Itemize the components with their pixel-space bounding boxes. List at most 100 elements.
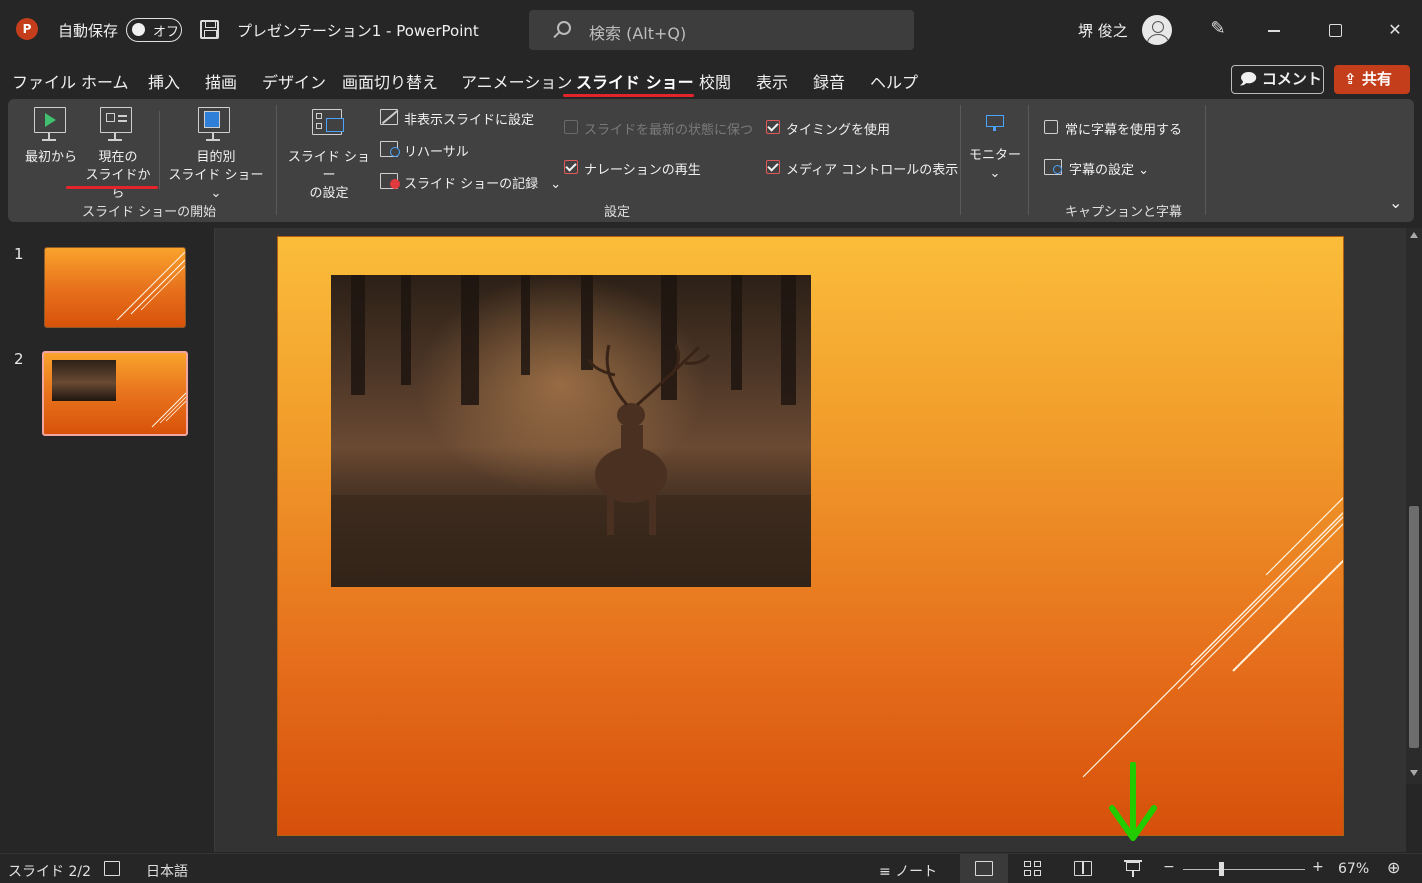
tab-file[interactable]: ファイル <box>12 69 76 93</box>
search-box[interactable]: 検索 (Alt+Q) <box>529 10 914 50</box>
slide-thumbnail-1[interactable] <box>44 247 186 328</box>
custom-label-1: 目的別 <box>196 150 236 165</box>
share-button[interactable]: ⇪ 共有 <box>1334 65 1410 94</box>
language-indicator[interactable]: 日本語 <box>146 861 188 881</box>
monitor-button[interactable]: モニター ⌄ <box>966 147 1024 183</box>
subtitle-settings-button[interactable]: 字幕の設定 ⌄ <box>1069 159 1149 178</box>
current-slide[interactable] <box>277 236 1344 836</box>
accessibility-book-icon[interactable] <box>104 861 120 876</box>
tab-insert[interactable]: 挿入 <box>148 69 180 93</box>
share-label: 共有 <box>1361 70 1392 88</box>
divider <box>1205 105 1206 215</box>
annotation-arrow-icon <box>1109 762 1157 841</box>
chevron-down-icon: ⌄ <box>210 186 222 201</box>
record-label: スライド ショーの記録 <box>404 177 539 192</box>
scroll-up-icon[interactable] <box>1410 232 1418 238</box>
toggle-knob <box>132 23 145 36</box>
close-button[interactable]: ✕ <box>1380 15 1410 45</box>
rehearse-button[interactable]: リハーサル <box>404 141 469 160</box>
scroll-thumb[interactable] <box>1409 506 1419 748</box>
status-bar <box>0 853 1422 883</box>
slide-counter: スライド 2/2 <box>8 864 91 880</box>
media-controls-checkbox[interactable] <box>766 160 780 174</box>
tab-view[interactable]: 表示 <box>756 69 788 93</box>
use-timings-label: タイミングを使用 <box>786 123 891 138</box>
tab-slideshow[interactable]: スライド ショー <box>576 69 694 93</box>
autosave-label: 自動保存 <box>58 22 119 40</box>
custom-slideshow-button[interactable]: 目的別 スライド ショー ⌄ <box>164 149 268 203</box>
maximize-button[interactable] <box>1320 15 1350 45</box>
zoom-out-button[interactable]: − <box>1163 859 1175 875</box>
slide-thumbnail-2[interactable] <box>42 351 188 436</box>
ribbon-panel: 最初から 現在の スライドから 目的別 スライド ショー ⌄ スライド ショーの… <box>8 99 1414 222</box>
group-label-setup: 設定 <box>604 205 631 220</box>
save-icon[interactable] <box>200 20 219 39</box>
thumbnail-number: 2 <box>14 350 24 368</box>
record-slideshow-button[interactable]: スライド ショーの記録 ⌄ <box>404 173 561 192</box>
group-label-start: スライド ショーの開始 <box>82 205 217 220</box>
zoom-in-button[interactable]: + <box>1312 859 1324 875</box>
group-label-captions: キャプションと字幕 <box>1065 205 1183 220</box>
from-beginning-label: 最初から <box>24 150 77 165</box>
document-title: プレゼンテーション1 - PowerPoint <box>237 22 479 40</box>
thumbnail-decoration <box>116 251 185 321</box>
from-current-slide-button[interactable]: 現在の スライドから <box>82 149 154 203</box>
notes-label: ノート <box>895 864 938 880</box>
thumbnail-number: 1 <box>14 245 24 263</box>
use-timings-checkbox[interactable] <box>766 120 780 134</box>
divider <box>1028 105 1029 215</box>
tab-design[interactable]: デザイン <box>262 69 326 93</box>
avatar[interactable] <box>1142 15 1172 45</box>
hide-slide-icon <box>380 109 399 125</box>
setup-slideshow-button[interactable]: スライド ショー の設定 <box>284 149 374 203</box>
normal-view-icon[interactable] <box>975 861 993 876</box>
comment-button[interactable]: 🗩 コメント <box>1231 65 1324 94</box>
record-icon <box>380 173 400 189</box>
pen-icon[interactable]: ✎ <box>1207 18 1229 40</box>
play-narrations-checkbox[interactable] <box>564 160 578 174</box>
hide-slide-button[interactable]: 非表示スライドに設定 <box>404 109 534 128</box>
notes-button[interactable]: ≡ ノート <box>879 861 937 881</box>
chevron-down-icon: ⌄ <box>550 177 562 192</box>
keep-fresh-checkbox[interactable] <box>564 120 578 134</box>
search-placeholder: 検索 (Alt+Q) <box>589 24 687 43</box>
monitor-label: モニター <box>968 148 1021 163</box>
from-beginning-icon <box>34 107 66 141</box>
scroll-down-icon[interactable] <box>1410 770 1418 776</box>
powerpoint-logo-icon: P <box>16 18 38 40</box>
tab-review[interactable]: 校閲 <box>699 69 731 93</box>
active-tab-annotation <box>563 94 694 97</box>
divider <box>276 105 277 215</box>
tab-animations[interactable]: アニメーション <box>461 69 572 93</box>
autosave-toggle[interactable]: オフ <box>126 18 182 42</box>
ribbon-tabs: ファイル ホーム 挿入 描画 デザイン 画面切り替え アニメーション スライド … <box>0 60 1422 98</box>
setup-label-1: スライド ショー <box>287 150 371 183</box>
divider <box>960 105 961 215</box>
custom-show-icon <box>198 107 230 141</box>
fit-to-window-icon[interactable]: ⊕ <box>1387 858 1400 877</box>
tab-home[interactable]: ホーム <box>81 69 129 93</box>
ribbon-collapse-chevron-icon[interactable]: ⌄ <box>1389 193 1402 212</box>
minimize-button[interactable] <box>1259 15 1289 45</box>
from-beginning-button[interactable]: 最初から <box>20 149 82 167</box>
slide-sorter-icon[interactable] <box>1024 861 1042 876</box>
reading-view-icon[interactable] <box>1074 861 1092 876</box>
vertical-scrollbar[interactable] <box>1406 228 1422 784</box>
monitor-icon <box>986 115 1004 131</box>
zoom-slider-knob[interactable] <box>1219 862 1224 876</box>
always-subtitles-checkbox[interactable] <box>1044 120 1058 134</box>
tab-record[interactable]: 録音 <box>813 69 845 93</box>
zoom-level[interactable]: 67% <box>1338 861 1369 877</box>
user-name[interactable]: 堺 俊之 <box>1078 20 1128 41</box>
tab-draw[interactable]: 描画 <box>205 69 237 93</box>
custom-label-2: スライド ショー <box>168 168 264 183</box>
tab-help[interactable]: ヘルプ <box>870 69 918 93</box>
chevron-down-icon: ⌄ <box>1138 163 1150 178</box>
from-current-label-1: 現在の <box>98 150 138 165</box>
slideshow-view-icon[interactable] <box>1124 860 1142 878</box>
keep-fresh-label: スライドを最新の状態に保つ <box>584 123 754 138</box>
title-bar: P 自動保存 オフ プレゼンテーション1 - PowerPoint 検索 (Al… <box>0 0 1422 60</box>
share-icon: ⇪ <box>1344 70 1357 88</box>
zoom-slider-track[interactable] <box>1183 869 1305 870</box>
tab-transitions[interactable]: 画面切り替え <box>342 69 438 93</box>
